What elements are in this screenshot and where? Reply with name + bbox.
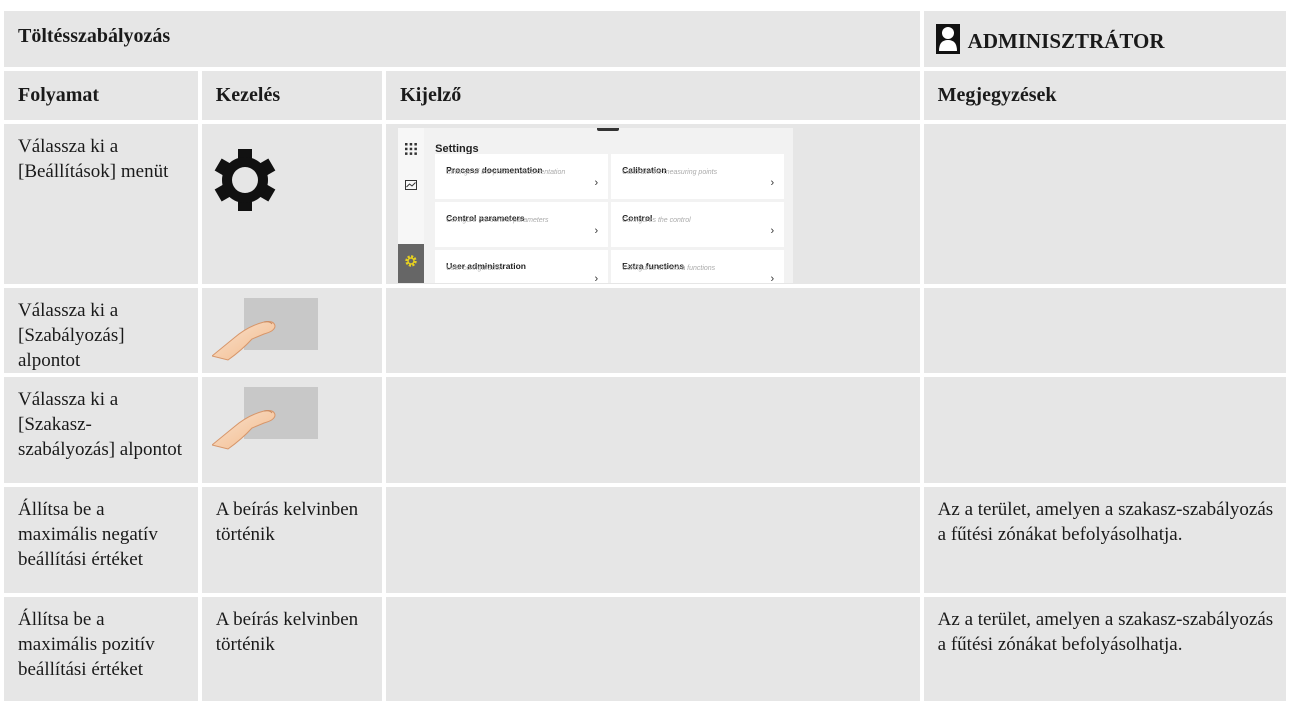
row-4-display	[386, 487, 920, 593]
screenshot-sidebar	[398, 128, 425, 283]
row-3-display	[386, 377, 920, 483]
row-2-process-text: Válassza ki a [Szabályozás] alpontot	[18, 300, 125, 371]
tile-subtitle: Settings of the process documentation	[446, 169, 566, 176]
tile-subtitle: Configure the control parameters	[446, 217, 549, 224]
row-2-display	[386, 288, 920, 373]
header-notes: Megjegyzések	[923, 71, 1286, 120]
header-display-label: Kijelző	[400, 84, 462, 106]
document-title: Töltésszabályozás	[18, 25, 171, 47]
settings-nav-active[interactable]	[398, 244, 425, 283]
row-1-process: Válassza ki a [Beállítások] menüt	[4, 124, 198, 284]
row-5-operation: A beírás kelvinben történik	[201, 597, 383, 701]
apps-grid-icon	[405, 143, 418, 155]
tile-subtitle: Configures the extra functions	[622, 265, 716, 272]
row-4-process: Állítsa be a maximális negatív beállítás…	[4, 487, 198, 593]
row-2-notes	[923, 288, 1286, 373]
row-4-operation-text: A beírás kelvinben történik	[215, 499, 359, 545]
header-operation: Kezelés	[201, 71, 383, 120]
role-cell: ADMINISZTRÁTOR	[923, 11, 1286, 67]
chevron-right-icon: ›	[594, 273, 599, 283]
tile-subtitle: Calibrate the measuring points	[622, 169, 718, 176]
row-3-operation	[201, 377, 383, 483]
row-3-process: Válassza ki a [Szakasz-szabályozás] alpo…	[4, 377, 198, 483]
header-notes-label: Megjegyzések	[937, 84, 1057, 106]
instruction-table: Töltésszabályozás ADMINISZTRÁTOR Folyama…	[0, 7, 1290, 705]
chevron-right-icon: ›	[770, 177, 775, 189]
settings-screenshot: Settings Process documentation Settings …	[398, 128, 794, 283]
row-1-operation	[201, 124, 383, 284]
row-5-note-text: Az a terület, amelyen a szakasz-szabályo…	[937, 609, 1274, 655]
row-4-note-text: Az a terület, amelyen a szakasz-szabályo…	[937, 499, 1274, 545]
row-1-notes	[923, 124, 1286, 284]
row-2-operation	[201, 288, 383, 373]
row-5-operation-text: A beírás kelvinben történik	[215, 609, 359, 655]
row-4-operation: A beírás kelvinben történik	[201, 487, 383, 593]
chevron-right-icon: ›	[770, 225, 775, 237]
row-1-process-text: Válassza ki a [Beállítások] menüt	[18, 136, 169, 182]
document-page: Töltésszabályozás ADMINISZTRÁTOR Folyama…	[0, 0, 1290, 725]
header-process: Folyamat	[4, 71, 198, 120]
gear-icon	[214, 149, 276, 211]
row-3-notes	[923, 377, 1286, 483]
chevron-right-icon: ›	[770, 273, 775, 283]
user-icon	[935, 24, 960, 54]
header-display: Kijelző	[386, 71, 920, 120]
header-operation-label: Kezelés	[215, 84, 281, 106]
tile-subtitle: User configuration	[446, 265, 503, 272]
row-4-process-text: Állítsa be a maximális negatív beállítás…	[18, 499, 158, 570]
row-5-process: Állítsa be a maximális pozitív beállítás…	[4, 597, 198, 701]
chevron-right-icon: ›	[594, 177, 599, 189]
tile-user-administration[interactable]: User administration User configuration ›	[435, 250, 609, 283]
finger-touch-icon	[210, 298, 318, 361]
row-4-notes: Az a terület, amelyen a szakasz-szabályo…	[923, 487, 1286, 593]
tile-calibration[interactable]: Calibration Calibrate the measuring poin…	[611, 154, 785, 199]
tile-subtitle: Configures the control	[622, 217, 691, 224]
header-process-label: Folyamat	[18, 84, 100, 106]
row-5-display	[386, 597, 920, 701]
chart-icon	[405, 180, 418, 190]
finger-touch-icon	[210, 387, 318, 450]
screen-notch	[597, 128, 620, 131]
row-1-display: Settings Process documentation Settings …	[386, 124, 920, 284]
tile-control-parameters[interactable]: Control parameters Configure the control…	[435, 202, 609, 247]
tile-process-documentation[interactable]: Process documentation Settings of the pr…	[435, 154, 609, 199]
tile-extra-functions[interactable]: Extra functions Configures the extra fun…	[611, 250, 785, 283]
row-5-process-text: Állítsa be a maximális pozitív beállítás…	[18, 609, 155, 680]
tile-control[interactable]: Control Configures the control ›	[611, 202, 785, 247]
gear-icon	[405, 255, 417, 267]
chevron-right-icon: ›	[594, 225, 599, 237]
row-3-process-text: Válassza ki a [Szakasz-szabályozás] alpo…	[18, 389, 183, 460]
row-5-notes: Az a terület, amelyen a szakasz-szabályo…	[923, 597, 1286, 701]
role-label: ADMINISZTRÁTOR	[967, 29, 1165, 53]
title-bar: Töltésszabályozás	[4, 11, 920, 67]
row-2-process: Válassza ki a [Szabályozás] alpontot	[4, 288, 198, 373]
